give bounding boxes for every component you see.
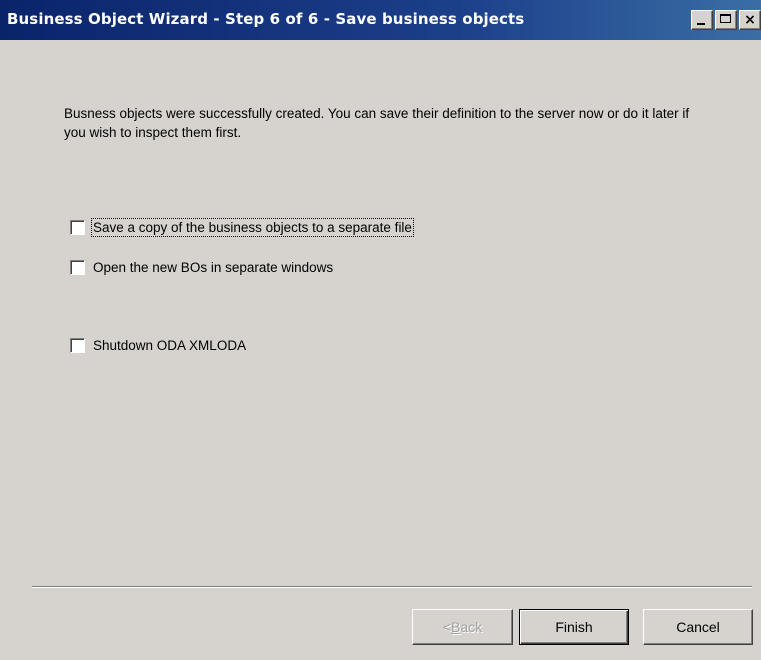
minimize-icon (697, 23, 705, 25)
option-open-new-bos[interactable]: Open the new BOs in separate windows (70, 260, 333, 275)
back-button[interactable]: < Back (412, 609, 513, 645)
close-button[interactable]: × (739, 10, 761, 30)
wizard-window: Business Object Wizard - Step 6 of 6 - S… (0, 0, 761, 660)
maximize-button[interactable] (715, 10, 737, 30)
window-title: Business Object Wizard - Step 6 of 6 - S… (7, 10, 525, 28)
status-message: Busness objects were successfully create… (64, 106, 690, 140)
footer-separator (32, 586, 752, 588)
save-copy-label[interactable]: Save a copy of the business objects to a… (91, 218, 414, 237)
open-new-bos-checkbox[interactable] (70, 260, 85, 275)
finish-button-label: Finish (555, 619, 593, 635)
shutdown-oda-checkbox[interactable] (70, 338, 85, 353)
back-button-prefix: < (442, 619, 452, 635)
window-controls: × (691, 10, 761, 30)
minimize-button[interactable] (691, 10, 713, 30)
maximize-icon (720, 14, 731, 23)
title-bar[interactable]: Business Object Wizard - Step 6 of 6 - S… (0, 0, 761, 40)
finish-button[interactable]: Finish (519, 609, 629, 645)
option-shutdown-oda[interactable]: Shutdown ODA XMLODA (70, 338, 246, 353)
cancel-button-label: Cancel (676, 619, 720, 635)
back-button-mnemonic: B (451, 619, 461, 635)
back-button-rest: ack (460, 619, 483, 635)
close-icon: × (744, 12, 756, 28)
option-save-copy[interactable]: Save a copy of the business objects to a… (70, 218, 414, 237)
save-copy-checkbox[interactable] (70, 220, 85, 235)
cancel-button[interactable]: Cancel (643, 609, 753, 645)
open-new-bos-label[interactable]: Open the new BOs in separate windows (93, 260, 333, 275)
shutdown-oda-label[interactable]: Shutdown ODA XMLODA (93, 338, 246, 353)
